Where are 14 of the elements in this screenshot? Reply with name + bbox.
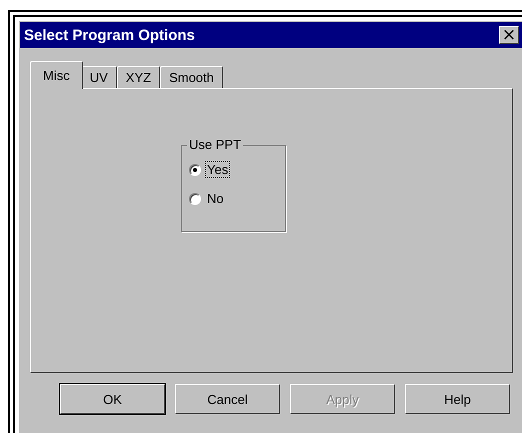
- group-title: Use PPT: [187, 137, 244, 152]
- radio-label[interactable]: Yes: [206, 162, 230, 177]
- radio-button[interactable]: [189, 164, 201, 176]
- radio-button[interactable]: [189, 192, 201, 204]
- dialog-button[interactable]: Cancel: [175, 384, 280, 414]
- close-button[interactable]: ×: [499, 26, 519, 44]
- dialog-button[interactable]: OK: [60, 384, 165, 414]
- window-title: Select Program Options: [24, 26, 195, 44]
- tab[interactable]: Misc: [30, 61, 83, 89]
- tab[interactable]: UV: [80, 66, 117, 88]
- radio-label[interactable]: No: [206, 191, 225, 206]
- dialog-button[interactable]: Help: [405, 384, 510, 414]
- tab[interactable]: Smooth: [160, 66, 223, 88]
- tab[interactable]: XYZ: [116, 66, 160, 88]
